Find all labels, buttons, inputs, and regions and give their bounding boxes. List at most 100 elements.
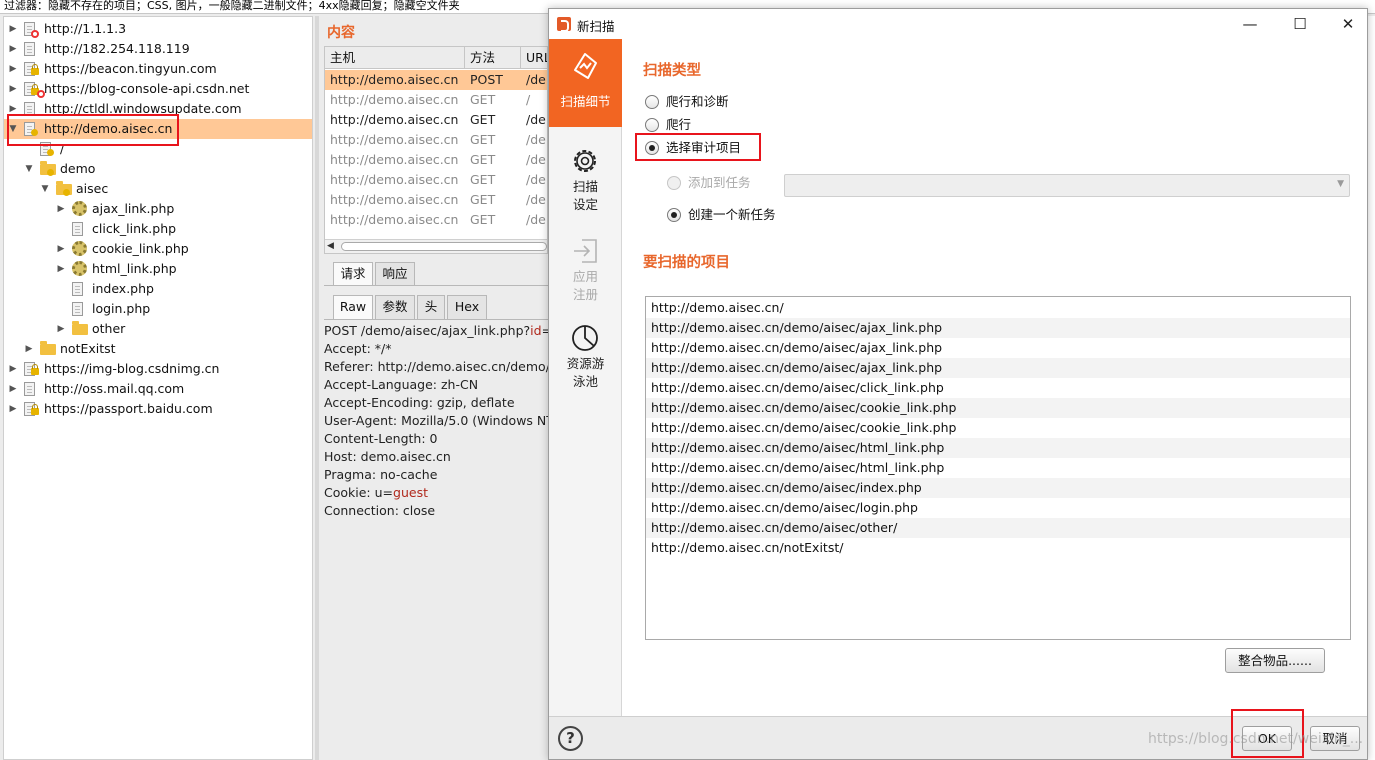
expand-right-icon[interactable]: ▶: [8, 359, 18, 379]
tree-node[interactable]: ▶ cookie_link.php: [4, 239, 312, 259]
expand-right-icon[interactable]: ▶: [24, 339, 34, 359]
tree-node[interactable]: ▶ html_link.php: [4, 259, 312, 279]
table-row[interactable]: http://demo.aisec.cn GET /: [325, 90, 547, 110]
tree-node[interactable]: ▶ https://beacon.tingyun.com: [4, 59, 312, 79]
dialog-titlebar[interactable]: 新扫描 — ☐ ✕: [549, 9, 1367, 39]
expand-down-icon[interactable]: ▼: [24, 159, 34, 179]
consolidate-items-button[interactable]: 整合物品......: [1225, 648, 1325, 673]
column-header-url[interactable]: URL: [521, 47, 547, 69]
raw-segment: Accept-Encoding: gzip, deflate: [324, 395, 515, 410]
cell-method: GET: [470, 172, 496, 187]
list-item[interactable]: http://demo.aisec.cn/: [646, 298, 1350, 318]
expand-right-icon[interactable]: ▶: [56, 259, 66, 279]
radio-button[interactable]: [645, 118, 659, 132]
maximize-button[interactable]: ☐: [1277, 9, 1323, 39]
list-item[interactable]: http://demo.aisec.cn/demo/aisec/cookie_l…: [646, 418, 1350, 438]
tree-node-label: html_link.php: [92, 261, 177, 276]
nav-item-scan-details[interactable]: 扫描细节: [549, 39, 622, 127]
list-item[interactable]: http://demo.aisec.cn/notExitst/: [646, 538, 1350, 558]
nav-item-scan-settings[interactable]: 扫描设定: [549, 134, 622, 222]
horizontal-scrollbar[interactable]: ◀: [325, 239, 547, 253]
gear-icon: [72, 261, 87, 276]
raw-request-text[interactable]: POST /demo/aisec/ajax_link.php?id=1Accep…: [324, 322, 548, 532]
tab-params[interactable]: 参数: [375, 295, 415, 319]
nav-label-text: 应用注册: [572, 269, 598, 302]
table-row[interactable]: http://demo.aisec.cn GET/demo/aisec/: [325, 130, 547, 150]
list-item[interactable]: http://demo.aisec.cn/demo/aisec/ajax_lin…: [646, 318, 1350, 338]
table-row[interactable]: http://demo.aisec.cn GET/demo/aisec/: [325, 170, 547, 190]
tree-node[interactable]: ▶ other: [4, 319, 312, 339]
list-item[interactable]: http://demo.aisec.cn/demo/aisec/html_lin…: [646, 458, 1350, 478]
tree-node[interactable]: ▼ aisec: [4, 179, 312, 199]
expand-right-icon[interactable]: ▶: [56, 239, 66, 259]
close-button[interactable]: ✕: [1325, 9, 1371, 39]
request-table[interactable]: 主机 方法 URL http://demo.aisec.cn POST/demo/…: [324, 46, 548, 254]
expand-right-icon[interactable]: ▶: [8, 19, 18, 39]
list-item[interactable]: http://demo.aisec.cn/demo/aisec/click_li…: [646, 378, 1350, 398]
items-to-scan-list[interactable]: http://demo.aisec.cn/http://demo.aisec.c…: [645, 296, 1351, 640]
gear-icon: [72, 241, 87, 256]
tree-node[interactable]: ▶ http://182.254.118.119: [4, 39, 312, 59]
radio-button[interactable]: [667, 208, 681, 222]
expand-right-icon[interactable]: ▶: [8, 379, 18, 399]
tree-node[interactable]: click_link.php: [4, 219, 312, 239]
expand-right-icon[interactable]: ▶: [56, 199, 66, 219]
tree-node-label: http://1.1.1.3: [44, 21, 127, 36]
table-row[interactable]: http://demo.aisec.cn GET/demo/aisec/: [325, 110, 547, 130]
tab-raw[interactable]: Raw: [333, 295, 373, 319]
login-arrow-icon: [574, 239, 597, 263]
cell-method: GET: [470, 152, 496, 167]
tab-request[interactable]: 请求: [333, 262, 373, 286]
tree-node[interactable]: ▶ ajax_link.php: [4, 199, 312, 219]
cell-host: http://demo.aisec.cn: [330, 132, 459, 147]
expand-right-icon[interactable]: ▶: [8, 39, 18, 59]
table-row[interactable]: http://demo.aisec.cn GET/demo/aisec/: [325, 210, 547, 230]
column-header-method[interactable]: 方法: [465, 47, 521, 69]
tree-node[interactable]: ▶ http://oss.mail.qq.com: [4, 379, 312, 399]
list-item[interactable]: http://demo.aisec.cn/demo/aisec/index.ph…: [646, 478, 1350, 498]
expand-right-icon[interactable]: ▶: [8, 79, 18, 99]
cell-method: POST: [470, 72, 503, 87]
list-item[interactable]: http://demo.aisec.cn/demo/aisec/ajax_lin…: [646, 358, 1350, 378]
minimize-button[interactable]: —: [1227, 9, 1273, 39]
tree-node-label: other: [92, 321, 126, 336]
tree-node[interactable]: ▶ https://img-blog.csdnimg.cn: [4, 359, 312, 379]
expand-right-icon[interactable]: ▶: [8, 59, 18, 79]
list-item[interactable]: http://demo.aisec.cn/demo/aisec/html_lin…: [646, 438, 1350, 458]
expand-right-icon[interactable]: ▶: [56, 319, 66, 339]
tree-node[interactable]: ▶ notExitst: [4, 339, 312, 359]
cell-host: http://demo.aisec.cn: [330, 72, 459, 87]
nav-item-resource-pool[interactable]: 资源游泳池: [549, 311, 622, 399]
tree-node[interactable]: ▶ https://blog-console-api.csdn.net: [4, 79, 312, 99]
radio-button[interactable]: [645, 95, 659, 109]
table-row[interactable]: http://demo.aisec.cn POST/demo/aisec/ajax…: [325, 70, 547, 90]
tab-headers[interactable]: 头: [417, 295, 445, 319]
cell-host: http://demo.aisec.cn: [330, 172, 459, 187]
scroll-left-icon[interactable]: ◀: [327, 240, 334, 253]
pane-splitter[interactable]: [315, 16, 319, 760]
page-icon: [72, 222, 83, 236]
tree-node[interactable]: login.php: [4, 299, 312, 319]
folder-icon: [40, 341, 56, 355]
cell-url: /demo/aisec/: [526, 212, 547, 227]
list-item[interactable]: http://demo.aisec.cn/demo/aisec/cookie_l…: [646, 398, 1350, 418]
list-item[interactable]: http://demo.aisec.cn/demo/aisec/login.ph…: [646, 498, 1350, 518]
tab-hex[interactable]: Hex: [447, 295, 487, 319]
scrollbar-thumb[interactable]: [341, 242, 547, 251]
tree-node[interactable]: index.php: [4, 279, 312, 299]
cell-host: http://demo.aisec.cn: [330, 152, 459, 167]
list-item[interactable]: http://demo.aisec.cn/demo/aisec/other/: [646, 518, 1350, 538]
column-header-host[interactable]: 主机: [325, 47, 465, 69]
expand-right-icon[interactable]: ▶: [8, 399, 18, 419]
tab-response[interactable]: 响应: [375, 262, 415, 286]
raw-line: Referer: http://demo.aisec.cn/demo/aisec…: [324, 358, 548, 376]
list-item[interactable]: http://demo.aisec.cn/demo/aisec/ajax_lin…: [646, 338, 1350, 358]
tree-node[interactable]: ▶ https://passport.baidu.com: [4, 399, 312, 419]
expand-down-icon[interactable]: ▼: [40, 179, 50, 199]
table-row[interactable]: http://demo.aisec.cn GET/demo/aisec/: [325, 190, 547, 210]
help-icon[interactable]: ?: [558, 726, 583, 751]
tree-node[interactable]: ▶ http://1.1.1.3: [4, 19, 312, 39]
raw-segment: Content-Length: 0: [324, 431, 438, 446]
tree-node[interactable]: ▼ demo: [4, 159, 312, 179]
table-row[interactable]: http://demo.aisec.cn GET/demo/aisec/: [325, 150, 547, 170]
